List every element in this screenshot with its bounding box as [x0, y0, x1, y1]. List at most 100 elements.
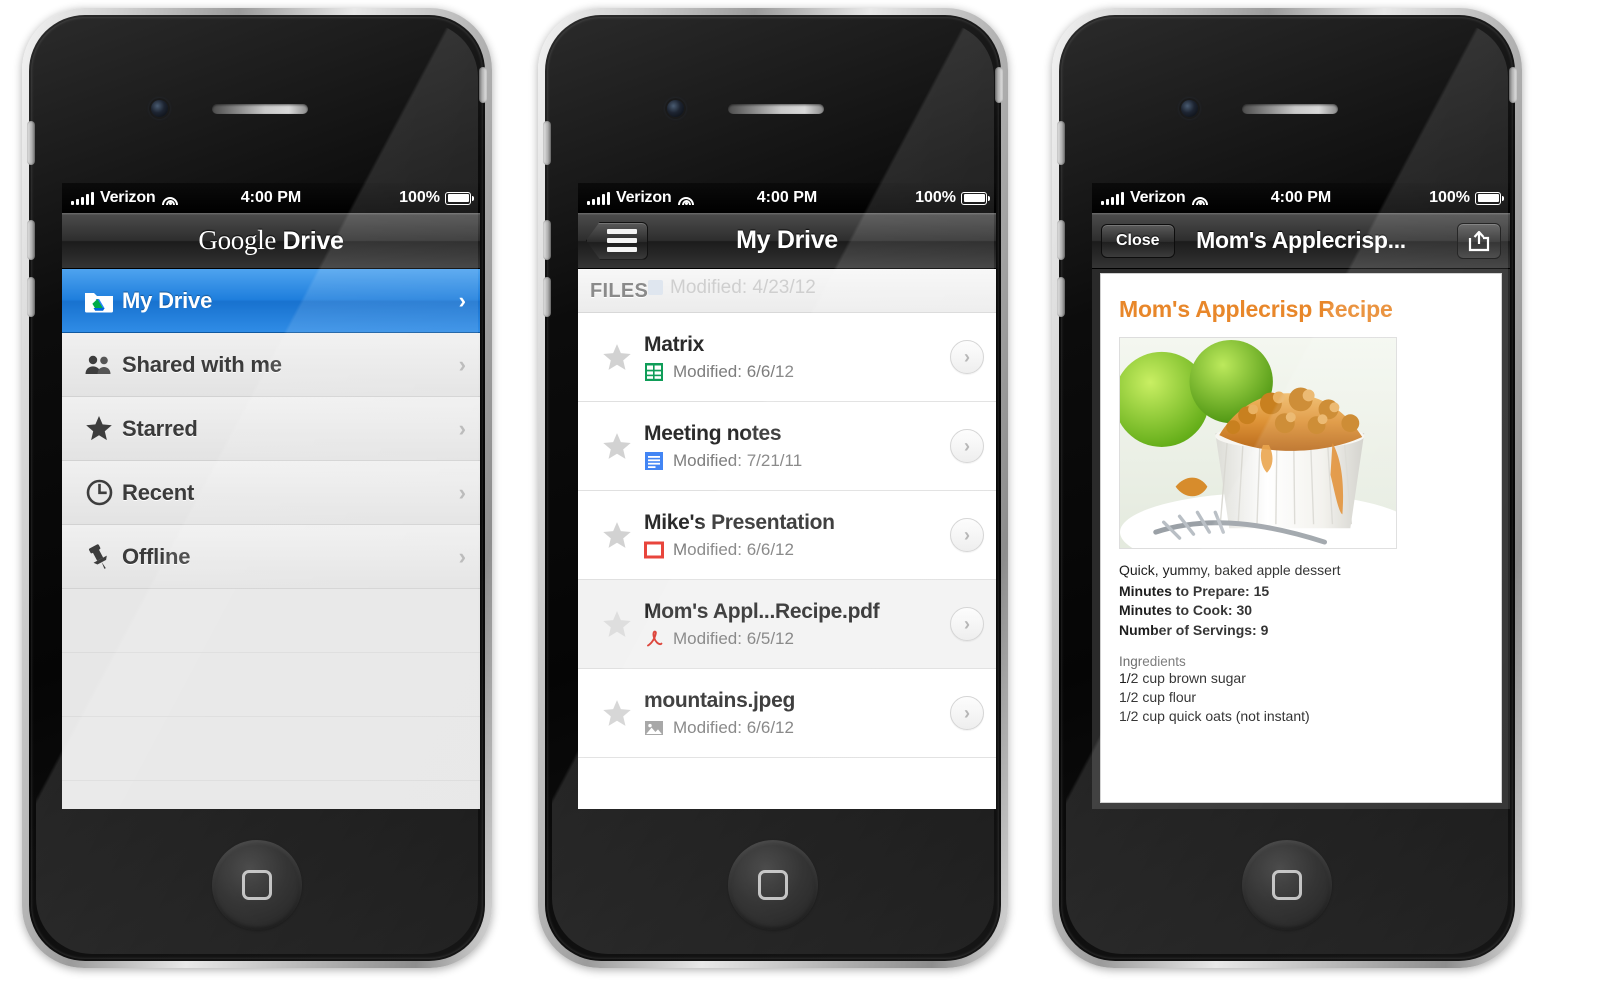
navigation-list: My Drive › Shared with me › Starred › Re…: [62, 269, 480, 809]
pin-icon: [76, 543, 122, 571]
phone-3-screen: Verizon 4:00 PM 100% Close Mom's Applecr…: [1092, 183, 1510, 809]
volume-up-button[interactable]: [27, 220, 35, 260]
image-icon: [645, 720, 663, 735]
star-icon[interactable]: [590, 432, 644, 461]
chevron-right-icon: ›: [458, 287, 466, 313]
spreadsheet-icon: [645, 362, 663, 381]
disclosure-button[interactable]: ›: [950, 607, 984, 641]
battery-icon: [445, 191, 474, 205]
sidebar-item-offline[interactable]: Offline ›: [62, 525, 480, 589]
clock-label: 4:00 PM: [1270, 189, 1332, 206]
disclosure-button[interactable]: ›: [950, 429, 984, 463]
three-phone-showcase: Verizon 4:00 PM 100% Google Drive My Dri…: [0, 0, 1600, 1001]
people-icon: [76, 353, 122, 377]
clock-label: 4:00 PM: [756, 189, 818, 206]
sidebar-item-label: Shared with me: [122, 351, 282, 377]
close-button[interactable]: Close: [1101, 223, 1175, 258]
earpiece-speaker: [212, 104, 308, 114]
sidebar-item-shared-with-me[interactable]: Shared with me ›: [62, 333, 480, 397]
earpiece-speaker: [1242, 104, 1338, 114]
recipe-fact: Minutes to Prepare: 15: [1119, 582, 1483, 601]
clock-icon: [76, 479, 122, 506]
table-row[interactable]: Mike's Presentation Modified: 6/6/12 ›: [578, 491, 996, 580]
document-icon: [645, 451, 663, 470]
ingredients-list: 1/2 cup brown sugar 1/2 cup flour 1/2 cu…: [1119, 669, 1483, 727]
mute-switch[interactable]: [1057, 121, 1065, 165]
app-title-drive: Drive: [282, 227, 344, 255]
earpiece-speaker: [728, 104, 824, 114]
chevron-right-icon: ›: [458, 351, 466, 377]
share-icon[interactable]: [1457, 222, 1501, 259]
table-row[interactable]: Matrix Modified: 6/6/12 ›: [578, 313, 996, 402]
recipe-title: Mom's Applecrisp Recipe: [1119, 296, 1393, 322]
sidebar-item-label: Starred: [122, 415, 198, 441]
disclosure-button[interactable]: ›: [950, 518, 984, 552]
presentation-icon: [644, 541, 664, 558]
file-name: mountains.jpeg: [644, 688, 795, 712]
phone-body: Verizon 4:00 PM 100% Close Mom's Applecr…: [1057, 15, 1517, 961]
file-modified: Modified: 6/6/12: [673, 717, 794, 737]
list-item: 1/2 cup flour: [1119, 688, 1197, 705]
document-viewport[interactable]: Mom's Applecrisp Recipe Quick, yummy, ba…: [1092, 269, 1510, 809]
volume-up-button[interactable]: [543, 220, 551, 260]
file-name: Mom's Appl...Recipe.pdf: [644, 599, 880, 623]
file-modified: Modified: 6/6/12: [673, 539, 794, 559]
phone-1-screen: Verizon 4:00 PM 100% Google Drive My Dri…: [62, 183, 480, 809]
home-button[interactable]: [212, 840, 302, 930]
sidebar-item-recent[interactable]: Recent ›: [62, 461, 480, 525]
file-name: Matrix: [644, 332, 705, 356]
front-camera-icon: [667, 100, 684, 117]
sidebar-item-label: Offline: [122, 543, 191, 569]
home-button[interactable]: [728, 840, 818, 930]
drive-folder-icon: [76, 289, 122, 313]
fact-value: 15: [1253, 583, 1270, 600]
section-label: FILES: [590, 280, 649, 302]
file-name: Mike's Presentation: [644, 510, 835, 534]
phone-1-navigation-menu: Verizon 4:00 PM 100% Google Drive My Dri…: [22, 8, 492, 968]
phone-body: Verizon 4:00 PM 100% Google Drive My Dri…: [27, 15, 487, 961]
pdf-icon: [647, 630, 663, 646]
power-button[interactable]: [479, 67, 487, 103]
power-button[interactable]: [1509, 67, 1517, 103]
table-row[interactable]: mountains.jpeg Modified: 6/6/12 ›: [578, 669, 996, 758]
front-camera-icon: [1181, 100, 1198, 117]
recipe-fact: Minutes to Cook: 30: [1119, 601, 1483, 620]
file-modified: Modified: 7/21/11: [673, 450, 803, 470]
star-icon[interactable]: [590, 343, 644, 372]
disclosure-button[interactable]: ›: [950, 340, 984, 374]
front-camera-icon: [151, 100, 168, 117]
fact-label: Minutes to Cook:: [1119, 602, 1233, 619]
chevron-right-icon: ›: [458, 415, 466, 441]
home-button[interactable]: [1242, 840, 1332, 930]
mute-switch[interactable]: [27, 121, 35, 165]
star-icon[interactable]: [590, 699, 644, 728]
power-button[interactable]: [995, 67, 1003, 103]
file-list: Modified: 4/23/12 FILES Matrix Modified:…: [578, 269, 996, 809]
status-bar: Verizon 4:00 PM 100%: [1092, 183, 1510, 213]
list-empty-area: [62, 589, 480, 809]
document-page: Mom's Applecrisp Recipe Quick, yummy, ba…: [1100, 273, 1502, 803]
fact-label: Minutes to Prepare:: [1119, 583, 1250, 600]
file-name: Meeting notes: [644, 421, 782, 445]
star-icon[interactable]: [590, 610, 644, 639]
volume-down-button[interactable]: [27, 277, 35, 317]
sidebar-item-label: Recent: [122, 479, 195, 505]
app-title: Google Drive: [62, 225, 480, 256]
clock-label: 4:00 PM: [240, 189, 302, 206]
fact-label: Number of Servings:: [1119, 621, 1257, 638]
ingredients-heading: Ingredients: [1119, 653, 1186, 669]
status-bar: Verizon 4:00 PM 100%: [578, 183, 996, 213]
star-icon[interactable]: [590, 521, 644, 550]
volume-down-button[interactable]: [1057, 277, 1065, 317]
volume-up-button[interactable]: [1057, 220, 1065, 260]
table-row[interactable]: Meeting notes Modified: 7/21/11 ›: [578, 402, 996, 491]
file-modified: Modified: 6/6/12: [673, 361, 794, 381]
battery-icon: [961, 191, 990, 205]
volume-down-button[interactable]: [543, 277, 551, 317]
mute-switch[interactable]: [543, 121, 551, 165]
sidebar-item-my-drive[interactable]: My Drive ›: [62, 269, 480, 333]
phone-2-navbar: My Drive: [578, 213, 996, 269]
table-row[interactable]: Mom's Appl...Recipe.pdf Modified: 6/5/12…: [578, 580, 996, 669]
disclosure-button[interactable]: ›: [950, 696, 984, 730]
sidebar-item-starred[interactable]: Starred ›: [62, 397, 480, 461]
